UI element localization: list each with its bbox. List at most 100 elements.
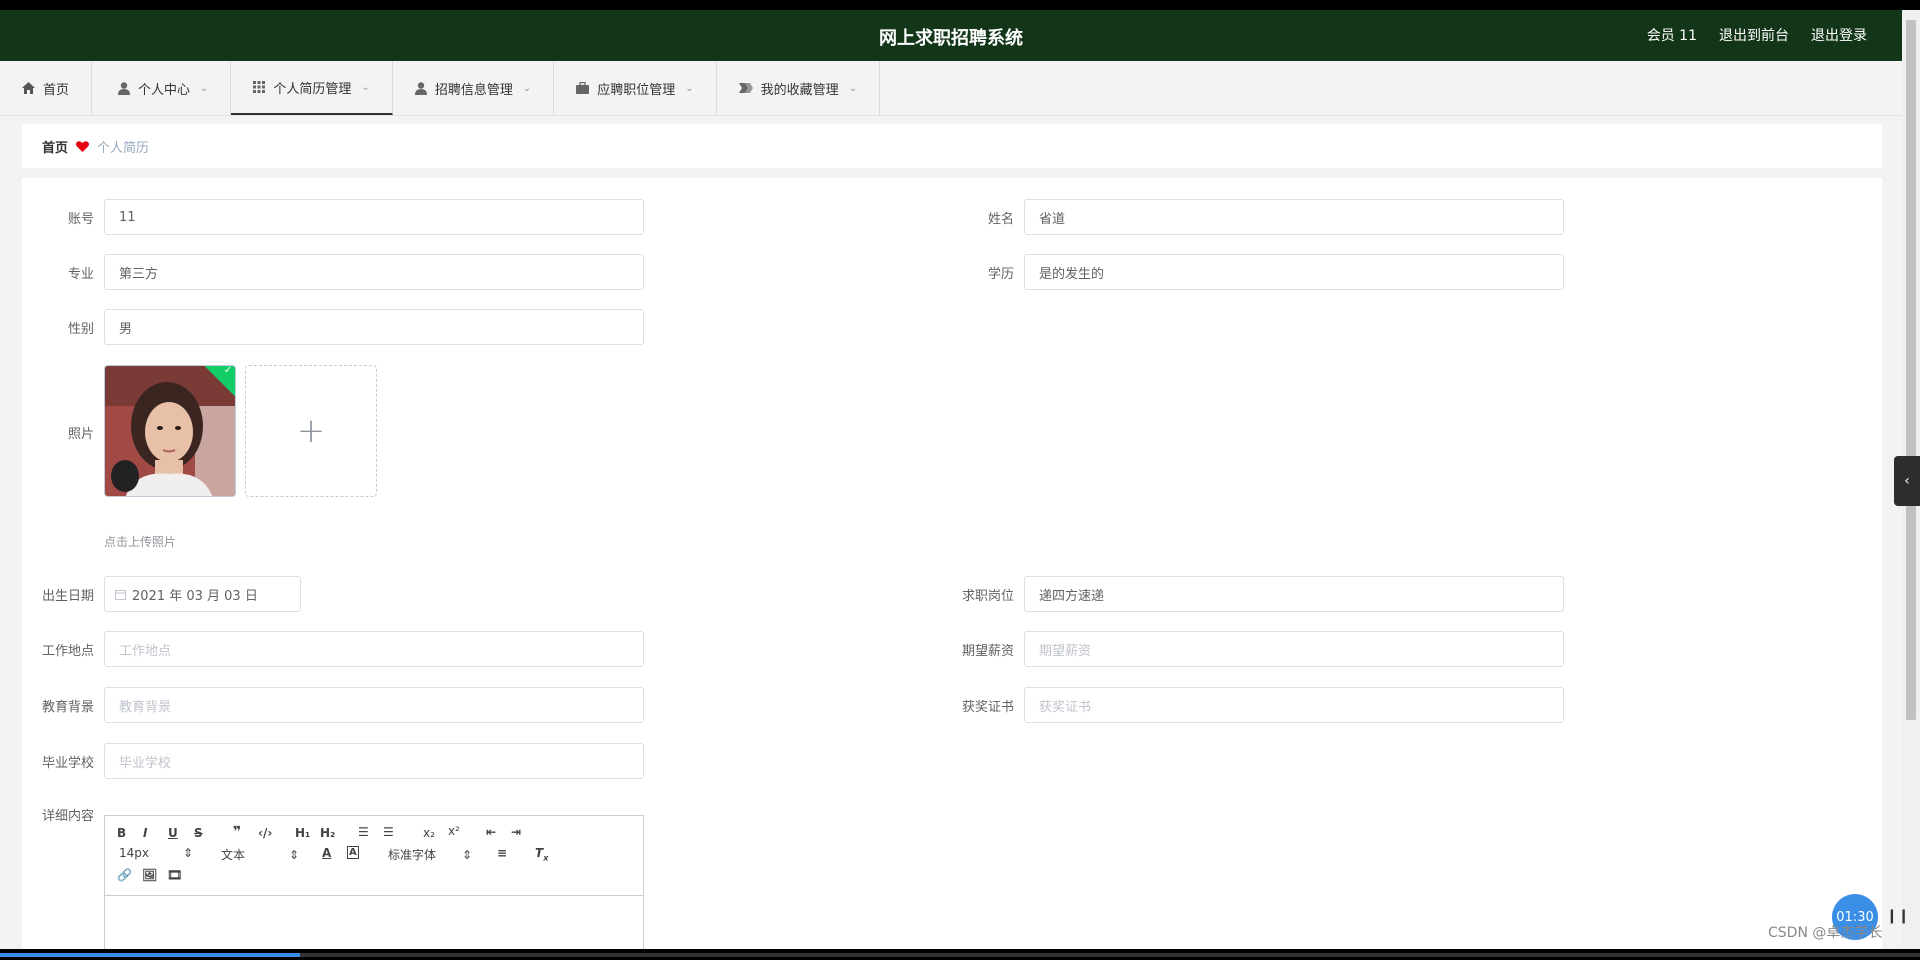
app-title: 网上求职招聘系统 — [879, 28, 1023, 49]
chevron-left-icon: ‹ — [1904, 473, 1910, 489]
pause-icon[interactable]: ❙❙ — [1886, 908, 1909, 924]
major-row: 专业 第三方 — [22, 254, 644, 290]
chevron-down-icon: ⌄ — [200, 82, 209, 94]
nav-personal-center[interactable]: 个人中心 ⌄ — [92, 61, 232, 115]
detail-label: 详细内容 — [41, 809, 94, 824]
outdent-icon[interactable]: ⇤ — [486, 825, 496, 839]
strike-icon[interactable]: S — [194, 826, 203, 840]
nav-personal-center-label: 个人中心 — [138, 82, 191, 98]
bold-icon[interactable]: B — [117, 826, 126, 840]
nav-recruit-info-label: 招聘信息管理 — [434, 82, 513, 98]
nav-application-label: 应聘职位管理 — [597, 82, 676, 98]
position-label: 求职岗位 — [961, 588, 1014, 604]
plus-icon: + — [296, 411, 326, 451]
breadcrumb-home[interactable]: 首页 — [42, 137, 68, 156]
font-size-select[interactable]: 14px ⇕ — [119, 846, 193, 860]
gender-row: 性别 男 — [22, 309, 644, 345]
chevron-down-icon: ⌄ — [848, 82, 858, 94]
clear-format-icon[interactable]: Tx — [535, 846, 548, 862]
header-actions: 会员 11 退出到前台 退出登录 — [1647, 25, 1867, 45]
location-row: 工作地点 工作地点 — [22, 631, 644, 667]
nav-home[interactable]: 首页 — [0, 61, 93, 115]
nav-resume-management-label: 个人简历管理 — [273, 81, 352, 97]
user-icon — [118, 81, 131, 95]
editor-content[interactable] — [105, 896, 643, 949]
indent-icon[interactable]: ⇥ — [511, 825, 521, 839]
chevron-down-icon: ⌄ — [361, 81, 370, 93]
background-label: 教育背景 — [41, 699, 94, 715]
image-icon[interactable]: 🖼 — [142, 868, 157, 882]
quote-icon[interactable]: ❞ — [233, 824, 241, 840]
major-label: 专业 — [67, 266, 94, 282]
nav-favorites[interactable]: 我的收藏管理 ⌄ — [717, 61, 881, 115]
salary-field[interactable]: 期望薪资 — [1024, 631, 1564, 667]
school-field[interactable]: 毕业学校 — [104, 743, 644, 779]
background-row: 教育背景 教育背景 — [22, 687, 644, 723]
align-icon[interactable]: ≡ — [497, 846, 507, 860]
birth-date-value: 2021 年 03 月 03 日 — [132, 588, 258, 604]
name-field[interactable]: 省道 — [1024, 199, 1564, 235]
header-select[interactable]: 文本 ⇕ — [221, 846, 299, 863]
account-field[interactable]: 11 — [104, 199, 644, 235]
salary-row: 期望薪资 期望薪资 — [942, 631, 1564, 667]
video-progress-bar[interactable] — [0, 953, 1920, 957]
calendar-icon — [115, 589, 126, 600]
nav-application[interactable]: 应聘职位管理 ⌄ — [554, 61, 717, 115]
main-nav: 首页 个人中心 ⌄ 个人简历管理 ⌄ 招聘信息管理 ⌄ 应聘职位管理 ⌄ 我的收… — [0, 61, 1902, 116]
exit-front-link[interactable]: 退出到前台 — [1719, 25, 1789, 45]
chevron-down-icon: ⌄ — [685, 82, 694, 94]
position-field[interactable]: 递四方速递 — [1024, 576, 1564, 612]
nav-resume-management[interactable]: 个人简历管理 ⌄ — [231, 61, 393, 115]
italic-icon[interactable]: I — [143, 826, 147, 840]
scrollbar-thumb[interactable] — [1906, 20, 1916, 720]
font-family-value: 标准字体 — [388, 848, 437, 862]
superscript-icon[interactable]: x² — [448, 824, 460, 838]
gender-select[interactable]: 男 — [104, 309, 644, 345]
heading2-icon[interactable]: H₂ — [320, 826, 335, 840]
select-arrows-icon: ⇕ — [183, 846, 194, 860]
nav-home-label: 首页 — [43, 82, 70, 98]
code-icon[interactable]: ‹/› — [258, 826, 272, 840]
heading1-icon[interactable]: H₁ — [295, 826, 310, 840]
logout-link[interactable]: 退出登录 — [1811, 25, 1867, 45]
header-value: 文本 — [221, 848, 246, 862]
location-field[interactable]: 工作地点 — [104, 631, 644, 667]
video-icon[interactable]: 🎞 — [167, 868, 182, 882]
upload-tip: 点击上传照片 — [104, 535, 177, 549]
bullet-list-icon[interactable]: ☰ — [383, 825, 394, 839]
education-row: 学历 是的发生的 — [942, 254, 1564, 290]
birth-date-picker[interactable]: 2021 年 03 月 03 日 — [104, 576, 301, 612]
major-field[interactable]: 第三方 — [104, 254, 644, 290]
certificate-label: 获奖证书 — [961, 699, 1014, 715]
select-arrows-icon: ⇕ — [462, 848, 473, 862]
underline-icon[interactable]: U — [168, 826, 178, 840]
side-collapse-tab[interactable]: ‹ — [1894, 456, 1920, 506]
education-field[interactable]: 是的发生的 — [1024, 254, 1564, 290]
briefcase-icon — [576, 82, 590, 94]
progress-fill — [0, 953, 300, 957]
breadcrumb-current: 个人简历 — [97, 140, 150, 156]
birth-row: 出生日期 2021 年 03 月 03 日 — [22, 576, 301, 612]
uploaded-photo[interactable]: ✓ — [104, 365, 236, 497]
portrait-image — [105, 366, 235, 496]
chevron-down-icon: ⌄ — [522, 82, 532, 94]
background-color-icon[interactable]: A — [347, 846, 359, 859]
nav-favorites-label: 我的收藏管理 — [760, 82, 839, 98]
detail-row: 详细内容 — [22, 805, 104, 824]
gender-label: 性别 — [67, 321, 94, 337]
ordered-list-icon[interactable]: ☰ — [358, 825, 369, 839]
nav-recruit-info[interactable]: 招聘信息管理 ⌄ — [393, 61, 555, 115]
font-color-icon[interactable]: A — [322, 846, 331, 860]
editor-toolbar: B I U S ❞ ‹/› H₁ H₂ ☰ ☰ x₂ x² ⇤ ⇥ 14px ⇕ … — [105, 816, 643, 896]
member-name: 会员 11 — [1646, 28, 1697, 44]
font-family-select[interactable]: 标准字体 ⇕ — [388, 846, 472, 863]
background-field[interactable]: 教育背景 — [104, 687, 644, 723]
certificate-field[interactable]: 获奖证书 — [1024, 687, 1564, 723]
position-row: 求职岗位 递四方速递 — [942, 576, 1564, 612]
name-row: 姓名 省道 — [942, 199, 1564, 235]
photo-upload-button[interactable]: + — [245, 365, 377, 497]
school-label: 毕业学校 — [41, 755, 94, 771]
rich-text-editor: B I U S ❞ ‹/› H₁ H₂ ☰ ☰ x₂ x² ⇤ ⇥ 14px ⇕ … — [104, 815, 644, 949]
subscript-icon[interactable]: x₂ — [423, 826, 435, 840]
link-icon[interactable]: 🔗 — [117, 868, 132, 882]
